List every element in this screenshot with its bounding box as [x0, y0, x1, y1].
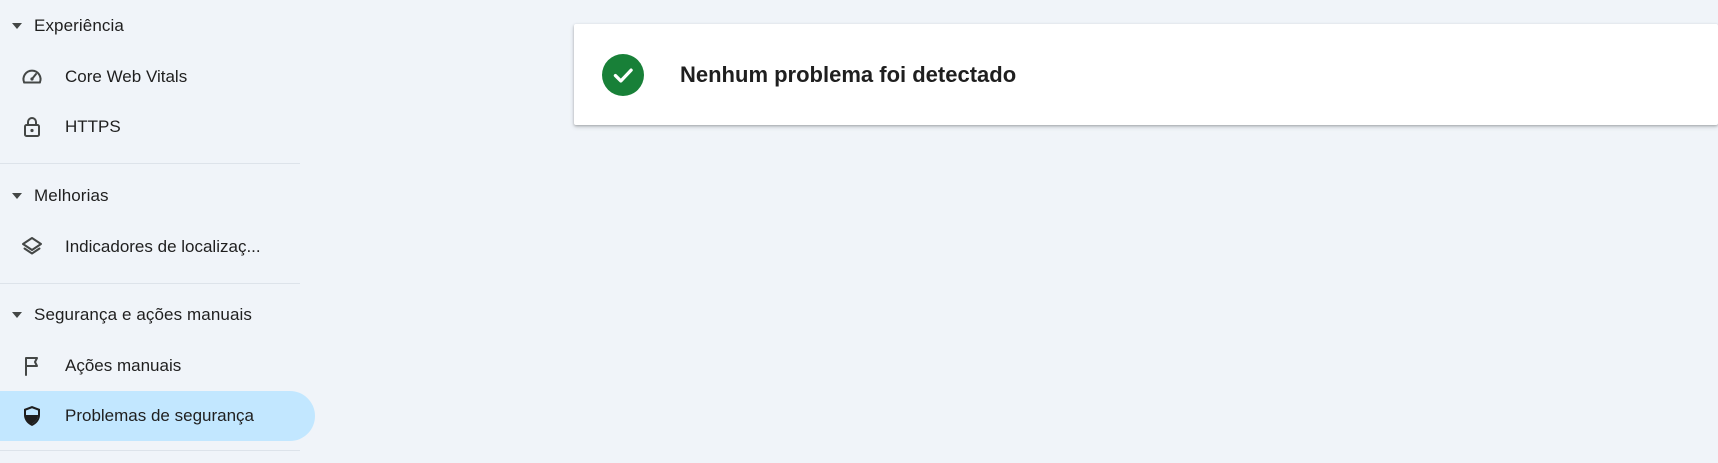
section-title: Experiência: [34, 16, 124, 35]
section-header-experiencia[interactable]: Experiência: [0, 6, 300, 46]
shield-icon: [19, 403, 45, 429]
check-circle-icon: [602, 53, 644, 96]
sidebar-divider: [0, 283, 300, 284]
flag-icon: [19, 353, 45, 379]
section-title: Segurança e ações manuais: [34, 305, 252, 324]
status-message: Nenhum problema foi detectado: [680, 61, 1017, 87]
section-title: Melhorias: [34, 186, 109, 205]
layers-icon: [19, 234, 45, 260]
caret-down-icon: [12, 312, 22, 318]
sidebar-item-label: Core Web Vitals: [65, 67, 188, 86]
status-card: Nenhum problema foi detectado: [574, 24, 1718, 125]
sidebar-item-label: HTTPS: [65, 117, 121, 136]
sidebar: Experiência Core Web Vitals HTTPS Melhor…: [0, 0, 315, 463]
speedometer-icon: [19, 64, 45, 90]
sidebar-item-label: Indicadores de localizaç...: [65, 237, 261, 256]
sidebar-divider: [0, 450, 300, 451]
caret-down-icon: [12, 23, 22, 29]
sidebar-divider: [0, 163, 300, 164]
sidebar-item-indicadores-localizacao[interactable]: Indicadores de localizaç...: [0, 222, 315, 272]
sidebar-item-label: Ações manuais: [65, 356, 182, 375]
sidebar-item-problemas-seguranca[interactable]: Problemas de segurança: [0, 391, 315, 441]
section-header-melhorias[interactable]: Melhorias: [0, 176, 300, 216]
sidebar-item-acoes-manuais[interactable]: Ações manuais: [0, 341, 315, 391]
lock-icon: [19, 114, 45, 140]
sidebar-item-https[interactable]: HTTPS: [0, 102, 315, 152]
caret-down-icon: [12, 193, 22, 199]
sidebar-item-label: Problemas de segurança: [65, 406, 255, 425]
sidebar-item-core-web-vitals[interactable]: Core Web Vitals: [0, 52, 315, 102]
section-header-seguranca[interactable]: Segurança e ações manuais: [0, 295, 300, 335]
